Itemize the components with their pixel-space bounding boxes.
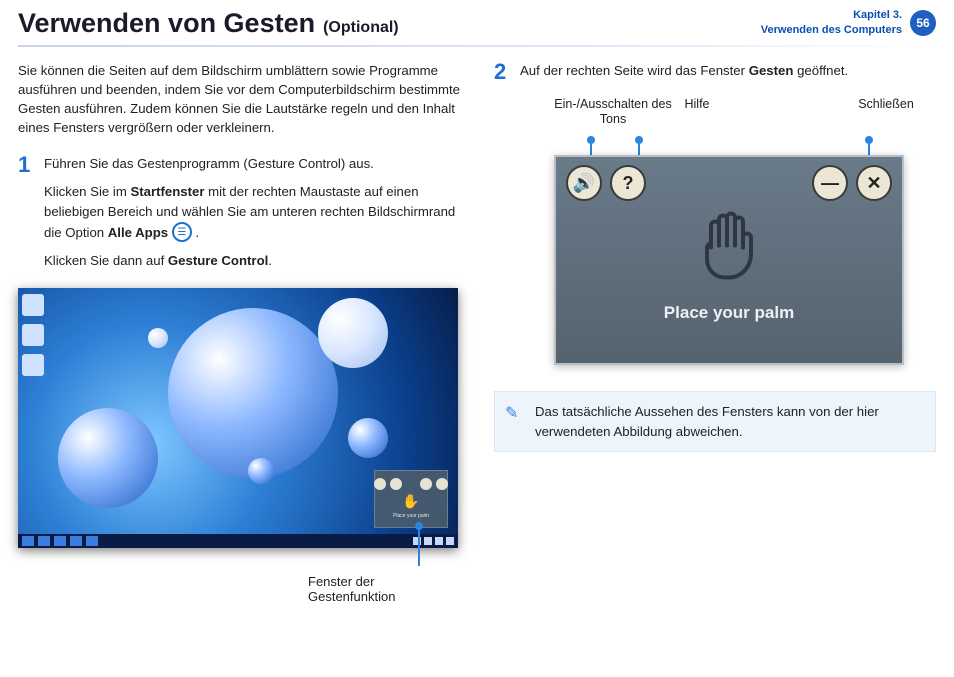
step1-line3: Klicken Sie dann auf Gesture Control. [44,251,460,271]
taskbar [18,534,458,548]
chapter-subtitle: Verwenden des Computers [761,23,902,38]
close-button[interactable]: ✕ [856,165,892,201]
note-text: Das tatsächliche Aussehen des Fensters k… [535,402,921,440]
minimize-button[interactable]: — [812,165,848,201]
all-apps-icon [172,222,192,242]
step-number-1: 1 [18,154,34,280]
label-close: Schließen [846,97,926,127]
step2-line: Auf der rechten Seite wird das Fenster G… [520,61,848,81]
callout-line [18,552,460,580]
hand-icon: ✋ [402,493,419,510]
place-palm-text: Place your palm [556,303,902,323]
gesture-window-mini: ✋ Place your palm [374,470,448,528]
sound-toggle-button[interactable]: 🔊 [566,165,602,201]
desktop-icons [22,294,44,376]
gesture-window: 🔊 ? — ✕ Place your palm [554,155,904,365]
hand-icon [697,208,761,289]
step-number-2: 2 [494,61,510,89]
page-title-optional: (Optional) [323,19,399,37]
desktop-screenshot: ✋ Place your palm [18,288,458,548]
step1-line1: Führen Sie das Gestenprogramm (Gesture C… [44,154,460,174]
label-help: Hilfe [672,97,722,127]
note-icon: ✎ [505,402,518,425]
header-divider [18,45,936,47]
mini-place-text: Place your palm [393,513,429,519]
help-button[interactable]: ? [610,165,646,201]
page-title: Verwenden von Gesten [18,8,315,39]
intro-text: Sie können die Seiten auf dem Bildschirm… [18,61,460,138]
callout-lines [554,129,936,155]
page-number-badge: 56 [910,10,936,36]
label-sound-toggle: Ein-/Ausschalten des Tons [554,97,672,127]
step1-line2: Klicken Sie im Startfenster mit der rech… [44,182,460,243]
chapter-label: Kapitel 3. [853,8,902,23]
note-box: ✎ Das tatsächliche Aussehen des Fensters… [494,391,936,451]
